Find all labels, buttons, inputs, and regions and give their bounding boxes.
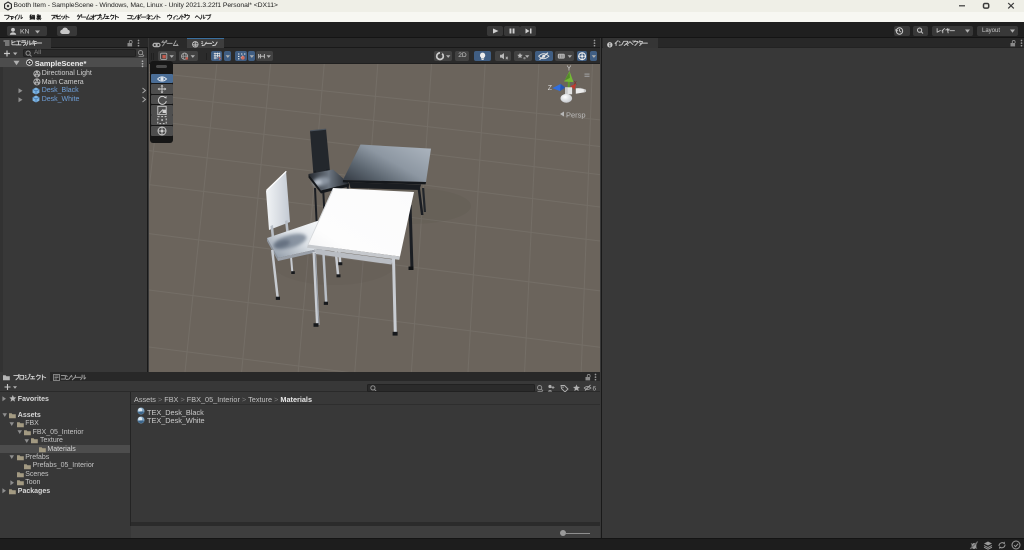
svg-text:Y: Y: [567, 66, 572, 73]
svg-text:Persp: Persp: [566, 111, 586, 120]
svg-text:Z: Z: [548, 85, 553, 92]
svg-text:x: x: [574, 80, 577, 86]
svg-text:KN: KN: [20, 28, 30, 35]
